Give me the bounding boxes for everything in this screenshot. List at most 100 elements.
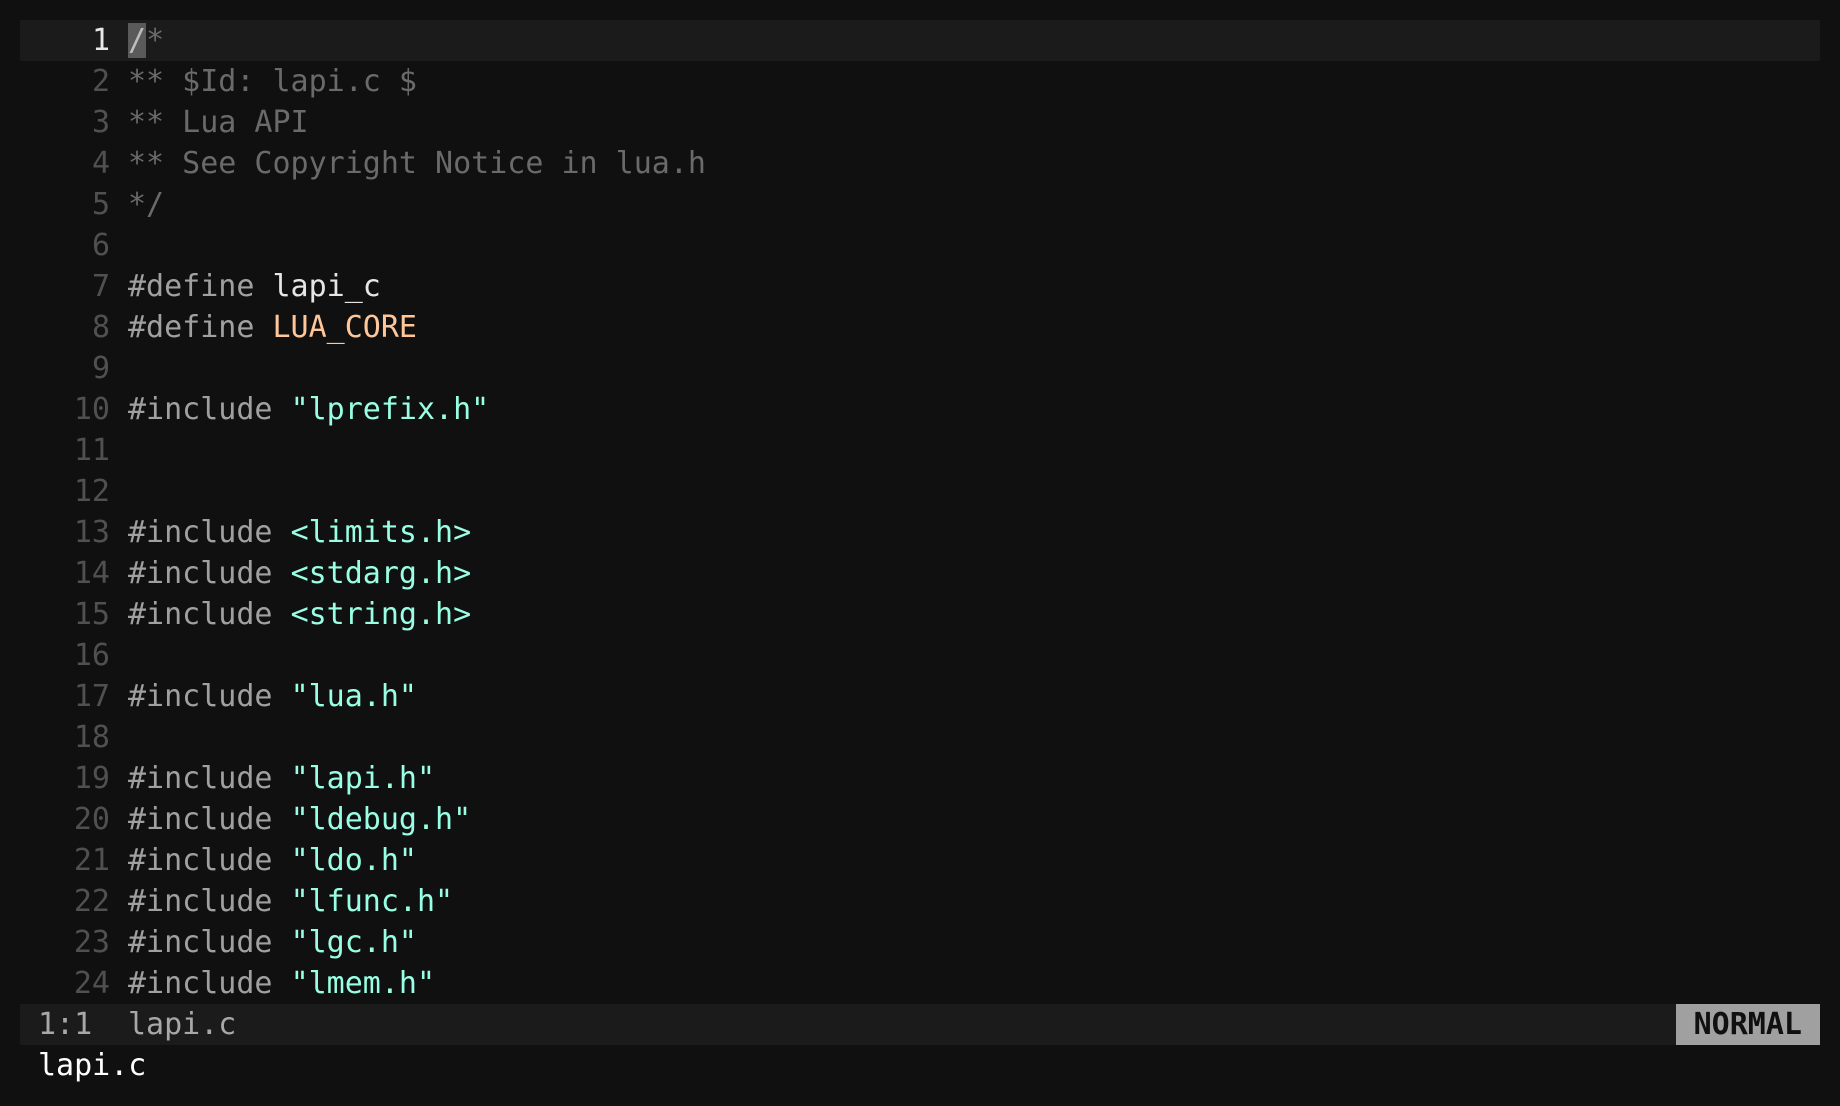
line-number: 21 <box>73 843 110 878</box>
line-number: 15 <box>73 597 110 632</box>
line-number: 9 <box>91 351 110 386</box>
code-token: #include <box>128 802 291 837</box>
cursor-position: 1:1 <box>38 1007 93 1042</box>
code-token: #include <box>128 843 291 878</box>
code-line[interactable]: 7 #define lapi_c <box>20 266 1820 307</box>
code-line[interactable]: 12 <box>20 471 1820 512</box>
line-number: 6 <box>91 228 110 263</box>
code-token: <string.h> <box>290 597 472 632</box>
code-line[interactable]: 18 <box>20 717 1820 758</box>
code-token: ** $Id: lapi.c $ <box>128 64 417 99</box>
mode-indicator: NORMAL <box>1675 1004 1820 1045</box>
code-token: #include <box>128 884 291 919</box>
code-token: "ldo.h" <box>290 843 417 878</box>
line-number: 19 <box>73 761 110 796</box>
code-line[interactable]: 6 <box>20 225 1820 266</box>
statusline-filename: lapi.c <box>128 1007 237 1042</box>
code-token: #include <box>128 597 291 632</box>
code-line[interactable]: 15 #include <string.h> <box>20 594 1820 635</box>
editor-buffer[interactable]: 1 /* 2 ** $Id: lapi.c $ 3 ** Lua API 4 ** See C… <box>20 20 1820 1004</box>
code-line[interactable]: 4 ** See Copyright Notice in lua.h <box>20 143 1820 184</box>
code-token: <stdarg.h> <box>290 556 472 591</box>
code-line[interactable]: 9 <box>20 348 1820 389</box>
line-content[interactable]: #include <stdarg.h> <box>128 553 471 594</box>
code-token: LUA_CORE <box>272 310 418 345</box>
line-number: 8 <box>91 310 110 345</box>
line-content[interactable]: ** $Id: lapi.c $ <box>128 61 417 102</box>
code-token: "lprefix.h" <box>290 392 490 427</box>
code-line[interactable]: 17 #include "lua.h" <box>20 676 1820 717</box>
code-token: ** See Copyright Notice in lua.h <box>128 146 706 181</box>
code-line[interactable]: 21 #include "ldo.h" <box>20 840 1820 881</box>
command-line[interactable]: lapi.c <box>38 1045 146 1086</box>
line-content[interactable]: #include "lprefix.h" <box>128 389 489 430</box>
code-line[interactable]: 10 #include "lprefix.h" <box>20 389 1820 430</box>
code-token: */ <box>128 187 165 222</box>
code-token: #include <box>128 679 291 714</box>
code-line[interactable]: 24 #include "lmem.h" <box>20 963 1820 1004</box>
line-content[interactable]: #include "lua.h" <box>128 676 417 717</box>
statusline: 1:1 lapi.c NORMAL <box>20 1004 1820 1045</box>
line-number: 11 <box>73 433 110 468</box>
line-content[interactable]: ** Lua API <box>128 102 309 143</box>
code-line[interactable]: 14 #include <stdarg.h> <box>20 553 1820 594</box>
line-content[interactable]: #include <limits.h> <box>128 512 471 553</box>
line-number: 1 <box>91 23 110 58</box>
line-number: 22 <box>73 884 110 919</box>
line-content[interactable]: #include "ldo.h" <box>128 840 417 881</box>
line-number: 10 <box>73 392 110 427</box>
code-token: lapi_c <box>272 269 381 304</box>
line-content[interactable]: #include "lmem.h" <box>128 963 435 1004</box>
code-line[interactable]: 11 <box>20 430 1820 471</box>
line-content[interactable]: #include "ldebug.h" <box>128 799 471 840</box>
line-number: 7 <box>91 269 110 304</box>
line-number: 2 <box>91 64 110 99</box>
line-content[interactable]: #include "lfunc.h" <box>128 881 453 922</box>
code-token: #define <box>128 310 273 345</box>
code-token: #include <box>128 925 291 960</box>
line-content[interactable]: #include "lapi.h" <box>128 758 435 799</box>
line-content[interactable]: */ <box>128 184 164 225</box>
code-line[interactable]: 2 ** $Id: lapi.c $ <box>20 61 1820 102</box>
code-token: "lmem.h" <box>290 966 436 1001</box>
line-number: 16 <box>73 638 110 673</box>
code-token: "lua.h" <box>290 679 417 714</box>
line-content[interactable]: ** See Copyright Notice in lua.h <box>128 143 706 184</box>
code-line[interactable]: 3 ** Lua API <box>20 102 1820 143</box>
code-line[interactable]: 22 #include "lfunc.h" <box>20 881 1820 922</box>
code-token: #include <box>128 761 291 796</box>
code-line[interactable]: 20 #include "ldebug.h" <box>20 799 1820 840</box>
line-number: 14 <box>73 556 110 591</box>
line-content[interactable]: #include "lgc.h" <box>128 922 417 963</box>
code-token: * <box>146 23 165 58</box>
code-token: #include <box>128 966 291 1001</box>
line-content[interactable]: /* <box>128 20 164 61</box>
text-cursor: / <box>128 23 147 58</box>
line-number: 13 <box>73 515 110 550</box>
code-token: #include <box>128 392 291 427</box>
line-number: 4 <box>91 146 110 181</box>
line-content[interactable]: #include <string.h> <box>128 594 471 635</box>
line-number: 18 <box>73 720 110 755</box>
code-line[interactable]: 16 <box>20 635 1820 676</box>
code-line[interactable]: 19 #include "lapi.h" <box>20 758 1820 799</box>
code-line[interactable]: 8 #define LUA_CORE <box>20 307 1820 348</box>
line-number: 5 <box>91 187 110 222</box>
line-content[interactable]: #define LUA_CORE <box>128 307 417 348</box>
code-token: <limits.h> <box>290 515 472 550</box>
code-line[interactable]: 13 #include <limits.h> <box>20 512 1820 553</box>
code-token: "lapi.h" <box>290 761 436 796</box>
code-token: "lfunc.h" <box>290 884 454 919</box>
code-line[interactable]: 1 /* <box>20 20 1820 61</box>
line-number: 3 <box>91 105 110 140</box>
line-number: 17 <box>73 679 110 714</box>
code-token: "ldebug.h" <box>290 802 472 837</box>
code-token: #include <box>128 515 291 550</box>
line-content[interactable]: #define lapi_c <box>128 266 381 307</box>
line-number: 20 <box>73 802 110 837</box>
code-line[interactable]: 23 #include "lgc.h" <box>20 922 1820 963</box>
code-token: "lgc.h" <box>290 925 417 960</box>
line-number: 24 <box>73 966 110 1001</box>
line-number: 12 <box>73 474 110 509</box>
code-line[interactable]: 5 */ <box>20 184 1820 225</box>
